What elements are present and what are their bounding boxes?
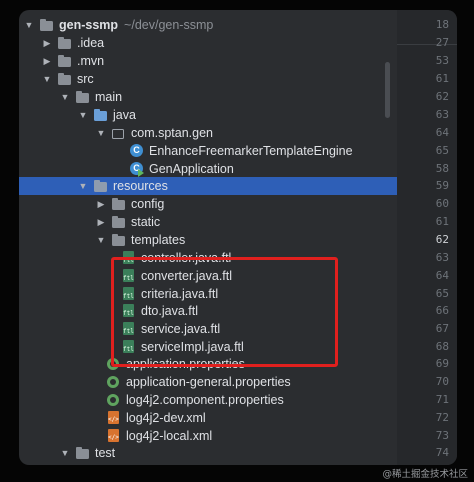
chevron-down-icon[interactable]: ▼	[41, 70, 53, 88]
folder-icon	[57, 54, 72, 68]
chevron-down-icon[interactable]: ▼	[59, 88, 71, 106]
folder-icon	[111, 233, 126, 247]
java-class-icon	[129, 144, 144, 158]
xml-file-icon	[106, 429, 121, 443]
tree-row-folder-idea[interactable]: ▶ .idea	[19, 34, 397, 52]
tree-item-label: com.sptan.gen	[131, 126, 213, 140]
tree-item-label: resources	[113, 179, 168, 193]
folder-icon	[111, 197, 126, 211]
line-number: 65	[435, 144, 449, 157]
tree-row-folder-templates[interactable]: ▼ templates	[19, 231, 397, 249]
line-number: 64	[435, 126, 449, 139]
tree-item-label: test	[95, 446, 116, 460]
tree-item-label: log4j2.component.properties	[126, 393, 284, 407]
line-number: 67	[435, 322, 449, 335]
folder-icon	[39, 18, 54, 32]
tree-item-label: config	[131, 197, 165, 211]
chevron-down-icon[interactable]: ▼	[95, 231, 107, 249]
line-number: 18	[435, 18, 449, 31]
line-number: 71	[435, 393, 449, 406]
scrollbar-thumb[interactable]	[385, 62, 390, 118]
line-number: 63	[435, 108, 449, 121]
line-number: 63	[435, 251, 449, 264]
line-number: 53	[435, 54, 449, 67]
tree-item-label: .idea	[77, 36, 105, 50]
editor-gutter: 18 27 53 61 62 63 64 65 58 59 60 61 62 63 64 65 66 67 68 69…	[397, 10, 457, 465]
tree-row-package-com-sptan-gen[interactable]: ▼ com.sptan.gen	[19, 124, 397, 142]
tree-item-label: static	[131, 215, 161, 229]
tree-row-folder-config[interactable]: ▶ config	[19, 195, 397, 213]
chevron-right-icon[interactable]: ▶	[41, 52, 53, 70]
line-number: 61	[435, 72, 449, 85]
chevron-right-icon[interactable]: ▶	[41, 34, 53, 52]
line-number: 62	[435, 90, 449, 103]
tree-row-folder-main[interactable]: ▼ main	[19, 88, 397, 106]
tree-item-label: GenApplication	[149, 162, 234, 176]
red-highlight-box	[111, 257, 338, 367]
tree-row-folder-resources[interactable]: ▼ resources	[19, 177, 397, 195]
chevron-right-icon[interactable]: ▶	[95, 195, 107, 213]
tree-item-label: java	[113, 108, 136, 122]
tree-row-project-root[interactable]: ▼ gen-ssmp ~/dev/gen-ssmp	[19, 16, 397, 34]
line-number: 62	[435, 233, 449, 246]
xml-file-icon	[106, 411, 121, 425]
chevron-right-icon[interactable]: ▶	[95, 213, 107, 231]
tree-row-file-log4j2-dev-xml[interactable]: log4j2-dev.xml	[19, 409, 397, 427]
chevron-down-icon[interactable]: ▼	[77, 106, 89, 124]
ide-window: ▼ gen-ssmp ~/dev/gen-ssmp ▶ .idea ▶ .mvn…	[19, 10, 457, 465]
line-number: 68	[435, 340, 449, 353]
chevron-down-icon[interactable]: ▼	[23, 16, 35, 34]
chevron-down-icon[interactable]: ▼	[77, 177, 89, 195]
folder-icon	[75, 446, 90, 460]
line-number: 59	[435, 179, 449, 192]
tree-item-label: application-general.properties	[126, 375, 291, 389]
chevron-down-icon[interactable]: ▼	[59, 444, 71, 462]
folder-icon	[57, 36, 72, 50]
folder-icon	[57, 72, 72, 86]
tree-row-class-gen-application[interactable]: GenApplication	[19, 160, 397, 178]
project-path: ~/dev/gen-ssmp	[124, 18, 214, 32]
folder-icon	[111, 215, 126, 229]
properties-file-icon	[106, 393, 121, 407]
tree-item-label: src	[77, 72, 94, 86]
tree-item-label: .mvn	[77, 54, 105, 68]
tree-row-folder-src[interactable]: ▼ src	[19, 70, 397, 88]
tree-row-file-log4j2-component-properties[interactable]: log4j2.component.properties	[19, 391, 397, 409]
line-number: 69	[435, 357, 449, 370]
line-number: 65	[435, 287, 449, 300]
source-folder-icon	[93, 108, 108, 122]
tree-row-class-enhance-freemarker[interactable]: EnhanceFreemarkerTemplateEngine	[19, 142, 397, 160]
spring-boot-class-icon	[129, 162, 144, 177]
line-number: 27	[435, 36, 449, 49]
line-number: 64	[435, 269, 449, 282]
package-icon	[111, 126, 126, 140]
tree-row-file-log4j2-local-xml[interactable]: log4j2-local.xml	[19, 427, 397, 445]
line-number: 66	[435, 304, 449, 317]
project-name: gen-ssmp	[59, 18, 119, 32]
properties-file-icon	[106, 375, 121, 389]
tree-item-label: main	[95, 90, 123, 104]
tree-item-label: log4j2-local.xml	[126, 429, 213, 443]
tree-row-folder-test[interactable]: ▼ test	[19, 444, 397, 462]
resources-folder-icon	[93, 179, 108, 193]
tree-row-folder-mvn[interactable]: ▶ .mvn	[19, 52, 397, 70]
tree-item-label: log4j2-dev.xml	[126, 411, 206, 425]
line-number: 70	[435, 375, 449, 388]
tree-row-file-application-general-properties[interactable]: application-general.properties	[19, 373, 397, 391]
line-number: 74	[435, 446, 449, 459]
line-number: 72	[435, 411, 449, 424]
folder-icon	[75, 90, 90, 104]
line-number: 73	[435, 429, 449, 442]
line-number: 58	[435, 162, 449, 175]
tree-item-label: EnhanceFreemarkerTemplateEngine	[149, 144, 353, 158]
chevron-down-icon[interactable]: ▼	[95, 124, 107, 142]
tree-row-folder-java[interactable]: ▼ java	[19, 106, 397, 124]
tree-row-folder-static[interactable]: ▶ static	[19, 213, 397, 231]
line-number: 60	[435, 197, 449, 210]
tree-item-label: templates	[131, 233, 186, 247]
project-tree[interactable]: ▼ gen-ssmp ~/dev/gen-ssmp ▶ .idea ▶ .mvn…	[19, 10, 397, 465]
line-number: 61	[435, 215, 449, 228]
watermark: @稀土掘金技术社区	[382, 469, 468, 480]
